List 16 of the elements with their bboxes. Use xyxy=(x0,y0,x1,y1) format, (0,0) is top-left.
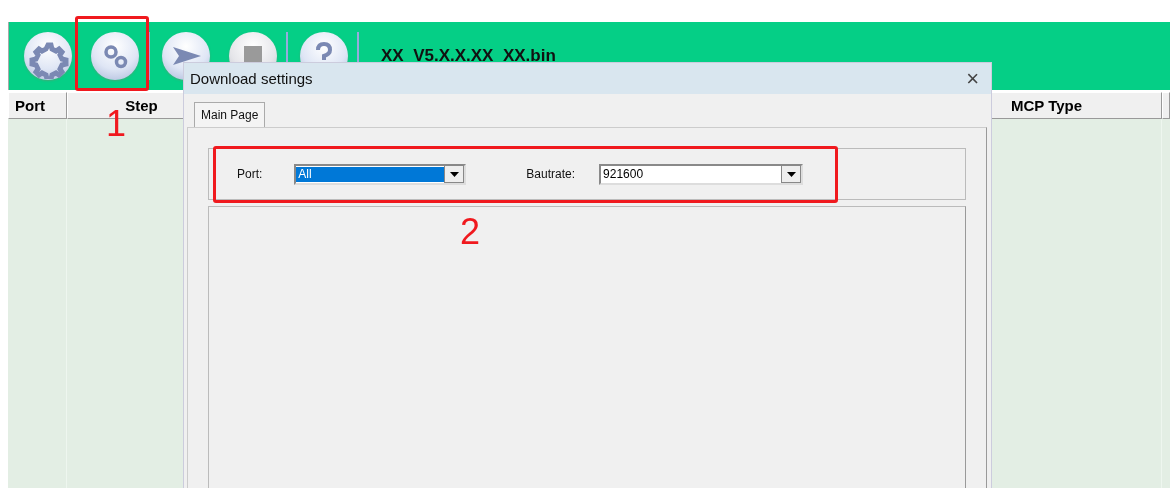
dropdown-field[interactable]: 921600 xyxy=(599,163,804,185)
dialog-title: Download settings xyxy=(190,70,313,87)
arrow-icon xyxy=(173,47,201,65)
gears-icon xyxy=(104,45,128,69)
close-button[interactable]: × xyxy=(962,65,983,92)
tab[interactable]: Main Page xyxy=(194,102,266,127)
file-name: XX_V5.X.X.XX_XX.bin xyxy=(381,46,556,66)
caret-icon xyxy=(786,171,796,177)
dropdown-field[interactable]: All xyxy=(294,163,467,185)
gear-icon xyxy=(29,42,69,79)
field-label: Bautrate: xyxy=(526,167,576,181)
column-header: Port xyxy=(8,92,67,119)
caret-icon xyxy=(449,171,459,177)
step-number: 2 xyxy=(460,214,481,250)
column-header: MCP Type xyxy=(990,92,1162,119)
field-label: Port: xyxy=(237,167,263,181)
